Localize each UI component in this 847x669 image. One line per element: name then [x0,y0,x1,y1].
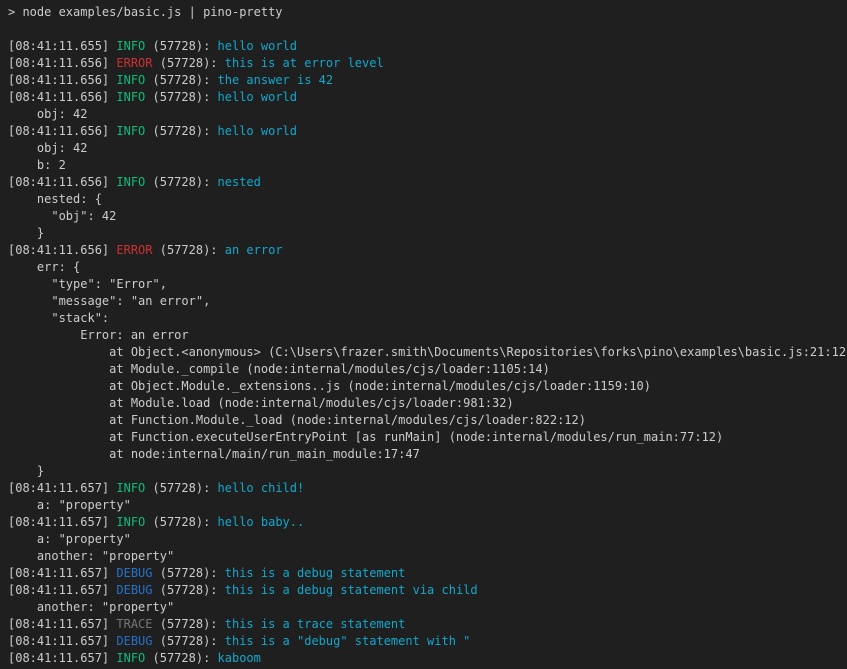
log-line: [08:41:11.657] INFO (57728): hello child… [8,480,847,497]
log-pid: (57728): [145,175,217,189]
log-line: [08:41:11.657] TRACE (57728): this is a … [8,616,847,633]
log-pid: (57728): [145,481,217,495]
log-level: DEBUG [116,583,152,597]
log-line: [08:41:11.657] DEBUG (57728): this is a … [8,582,847,599]
log-line: [08:41:11.657] INFO (57728): kaboom [8,650,847,667]
log-pid: (57728): [153,617,225,631]
log-message: hello world [218,124,297,138]
terminal-line: > node examples/basic.js | pino-pretty [8,4,847,21]
log-message: this is a trace statement [225,617,406,631]
terminal-line: Error: an error [8,327,847,344]
log-pid: (57728): [145,73,217,87]
log-line: [08:41:11.656] INFO (57728): hello world [8,89,847,106]
terminal-line: b: 2 [8,157,847,174]
log-message: hello baby.. [218,515,305,529]
log-timestamp: [08:41:11.657] [8,481,116,495]
terminal-line: at Function.Module._load (node:internal/… [8,412,847,429]
log-level: ERROR [116,243,152,257]
log-level: INFO [116,481,145,495]
log-message: hello world [218,39,297,53]
log-pid: (57728): [153,634,225,648]
terminal-line: at Object.<anonymous> (C:\Users\frazer.s… [8,344,847,361]
log-message: hello world [218,90,297,104]
log-line: [08:41:11.655] INFO (57728): hello world [8,38,847,55]
terminal-line: "type": "Error", [8,276,847,293]
log-level: INFO [116,515,145,529]
terminal-line: "message": "an error", [8,293,847,310]
log-pid: (57728): [153,583,225,597]
terminal-line: obj: 42 [8,140,847,157]
log-line: [08:41:11.656] INFO (57728): the answer … [8,72,847,89]
terminal-line: obj: 42 [8,106,847,123]
log-line: [08:41:11.656] ERROR (57728): this is at… [8,55,847,72]
log-pid: (57728): [145,90,217,104]
log-level: TRACE [116,617,152,631]
log-message: hello child! [218,481,305,495]
log-timestamp: [08:41:11.657] [8,634,116,648]
log-level: INFO [116,90,145,104]
terminal-line: err: { [8,259,847,276]
log-message: this is a "debug" statement with " [225,634,471,648]
terminal-line: at Module._compile (node:internal/module… [8,361,847,378]
log-line: [08:41:11.657] DEBUG (57728): this is a … [8,633,847,650]
terminal-line: a: "property" [8,497,847,514]
log-pid: (57728): [145,39,217,53]
log-message: this is at error level [225,56,384,70]
log-line: [08:41:11.657] INFO (57728): hello baby.… [8,514,847,531]
log-timestamp: [08:41:11.656] [8,56,116,70]
log-pid: (57728): [145,515,217,529]
log-timestamp: [08:41:11.656] [8,243,116,257]
terminal-line [8,21,847,38]
log-timestamp: [08:41:11.657] [8,617,116,631]
log-timestamp: [08:41:11.655] [8,39,116,53]
log-line: [08:41:11.657] DEBUG (57728): this is a … [8,565,847,582]
terminal-line: a: "property" [8,531,847,548]
log-pid: (57728): [153,566,225,580]
log-timestamp: [08:41:11.656] [8,90,116,104]
log-line: [08:41:11.656] INFO (57728): nested [8,174,847,191]
log-line: [08:41:11.656] ERROR (57728): an error [8,242,847,259]
terminal-line: at Module.load (node:internal/modules/cj… [8,395,847,412]
terminal-line: "stack": [8,310,847,327]
log-level: INFO [116,73,145,87]
log-level: INFO [116,651,145,665]
terminal-line: at Object.Module._extensions..js (node:i… [8,378,847,395]
log-level: INFO [116,175,145,189]
log-level: INFO [116,39,145,53]
log-timestamp: [08:41:11.657] [8,651,116,665]
log-level: ERROR [116,56,152,70]
log-message: this is a debug statement via child [225,583,478,597]
log-timestamp: [08:41:11.657] [8,515,116,529]
terminal-output[interactable]: > node examples/basic.js | pino-pretty [… [0,0,847,669]
log-line: [08:41:11.656] INFO (57728): hello world [8,123,847,140]
log-pid: (57728): [145,651,217,665]
terminal-line: } [8,463,847,480]
terminal-line: nested: { [8,191,847,208]
log-message: kaboom [218,651,261,665]
terminal-line: } [8,225,847,242]
terminal-line: "obj": 42 [8,208,847,225]
terminal-line: another: "property" [8,599,847,616]
log-pid: (57728): [153,56,225,70]
log-timestamp: [08:41:11.656] [8,73,116,87]
log-level: DEBUG [116,566,152,580]
terminal-line: another: "property" [8,548,847,565]
terminal-line: at Function.executeUserEntryPoint [as ru… [8,429,847,446]
log-message: this is a debug statement [225,566,406,580]
log-pid: (57728): [153,243,225,257]
log-timestamp: [08:41:11.656] [8,175,116,189]
log-level: DEBUG [116,634,152,648]
log-timestamp: [08:41:11.657] [8,583,116,597]
log-pid: (57728): [145,124,217,138]
log-timestamp: [08:41:11.656] [8,124,116,138]
log-message: the answer is 42 [218,73,334,87]
log-level: INFO [116,124,145,138]
log-timestamp: [08:41:11.657] [8,566,116,580]
log-message: an error [225,243,283,257]
log-message: nested [218,175,261,189]
terminal-line: at node:internal/main/run_main_module:17… [8,446,847,463]
